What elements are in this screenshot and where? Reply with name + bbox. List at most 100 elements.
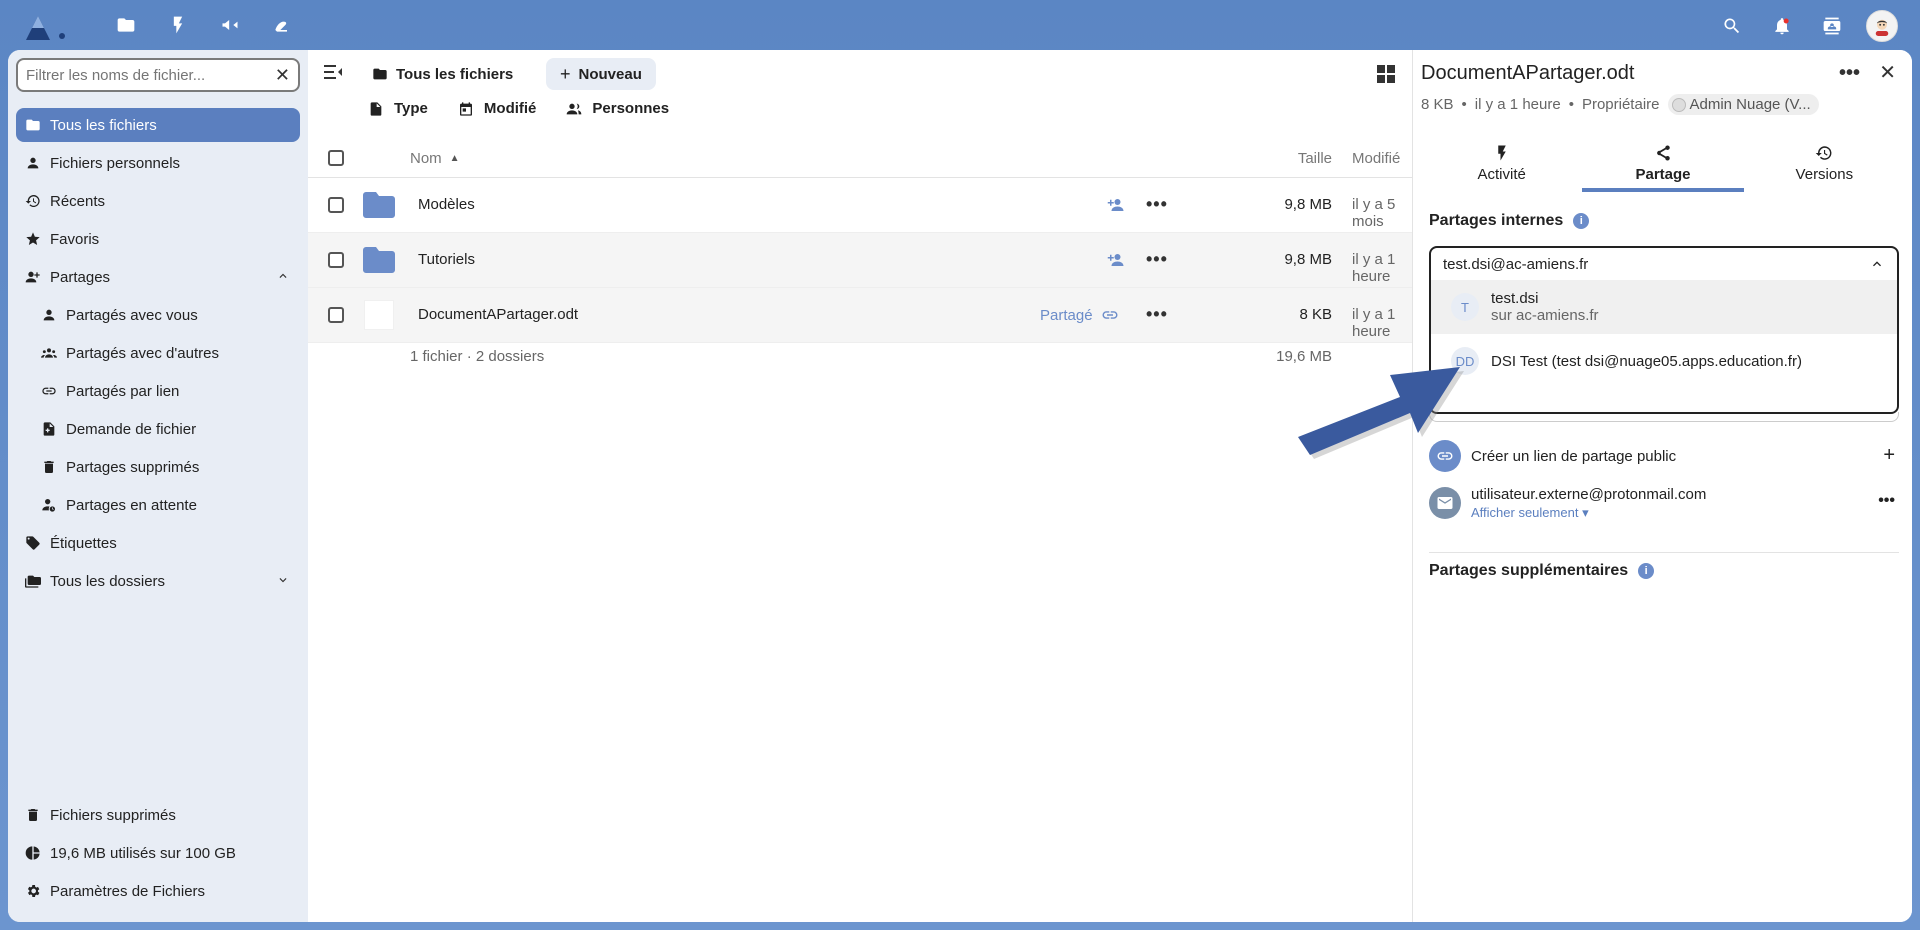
permission-label: Afficher seulement [1471, 504, 1579, 520]
sidebar-item-label: Partagés par lien [66, 382, 180, 400]
sidebar-item-file-request[interactable]: Demande de fichier [16, 412, 300, 446]
filter-people[interactable]: Personnes [566, 100, 669, 117]
sidebar-item-pending-shares[interactable]: Partages en attente [16, 488, 300, 522]
file-request-icon [40, 420, 58, 438]
share-suggestion[interactable]: DD DSI Test (test dsi@nuage05.apps.educa… [1431, 334, 1897, 388]
file-name[interactable]: DocumentAPartager.odt [418, 306, 578, 323]
quota-info[interactable]: 19,6 MB utilisés sur 100 GB [16, 836, 300, 870]
more-actions-icon[interactable]: ••• [1146, 194, 1168, 215]
file-name[interactable]: Tutoriels [418, 251, 475, 268]
sidebar-item-shared-with-you[interactable]: Partagés avec vous [16, 298, 300, 332]
notifications-icon[interactable] [1766, 11, 1798, 41]
tab-versions[interactable]: Versions [1744, 134, 1905, 192]
more-actions-icon[interactable]: ••• [1878, 492, 1895, 510]
column-name[interactable]: Nom ▲ [410, 150, 460, 167]
toggle-navigation-icon[interactable] [324, 64, 342, 80]
trash-icon [24, 806, 42, 824]
select-all-checkbox[interactable] [328, 150, 344, 166]
sidebar-item-trash[interactable]: Fichiers supprimés [16, 798, 300, 832]
row-checkbox[interactable] [328, 197, 344, 213]
info-icon[interactable]: i [1638, 563, 1655, 579]
quota-label: 19,6 MB utilisés sur 100 GB [50, 844, 236, 862]
filter-modified[interactable]: Modifié [458, 100, 536, 117]
table-row[interactable]: Modèles ••• 9,8 MB il y a 5 mois [308, 178, 1412, 233]
sidebar-item-recent[interactable]: Récents [16, 184, 300, 218]
add-share-icon[interactable] [1106, 196, 1126, 214]
sidebar-item-label: Étiquettes [50, 534, 117, 552]
user-avatar[interactable] [1866, 10, 1898, 42]
nextcloud-logo[interactable] [22, 10, 70, 42]
document-icon [364, 300, 394, 330]
owner-name: Admin Nuage (V... [1689, 96, 1811, 113]
tab-activity[interactable]: Activité [1421, 134, 1582, 192]
sidebar-item-settings[interactable]: Paramètres de Fichiers [16, 874, 300, 908]
sidebar: ✕ Tous les fichiers Fichiers personnels … [8, 50, 308, 922]
details-panel: DocumentAPartager.odt ••• ✕ 8 KB • il y … [1412, 50, 1912, 922]
sidebar-item-shares[interactable]: Partages [16, 260, 300, 294]
sidebar-item-personal-files[interactable]: Fichiers personnels [16, 146, 300, 180]
whiteboard-app-icon[interactable] [264, 12, 300, 38]
plus-icon[interactable]: + [1883, 444, 1895, 467]
public-link-label: Créer un lien de partage public [1471, 447, 1677, 465]
activity-app-icon[interactable] [160, 12, 196, 38]
section-title: Partages supplémentaires [1429, 562, 1629, 579]
share-suggestion[interactable]: T test.dsi sur ac-amiens.fr [1431, 280, 1897, 334]
filter-input[interactable] [26, 66, 275, 84]
new-button-label: Nouveau [578, 65, 642, 83]
sidebar-item-favorites[interactable]: Favoris [16, 222, 300, 256]
file-size: 8 KB [1299, 306, 1332, 323]
grid-view-icon[interactable] [1376, 64, 1396, 84]
meta-owner-label: Propriétaire [1581, 96, 1660, 113]
share-search-combobox[interactable]: test.dsi@ac-amiens.fr T test.dsi sur ac-… [1429, 246, 1899, 414]
new-button[interactable]: + Nouveau [546, 58, 656, 90]
row-checkbox[interactable] [328, 307, 344, 323]
breadcrumb-label: Tous les fichiers [396, 65, 514, 83]
sidebar-item-all-files[interactable]: Tous les fichiers [16, 108, 300, 142]
column-modified[interactable]: Modifié [1352, 150, 1400, 167]
announcements-app-icon[interactable] [212, 12, 248, 38]
column-size[interactable]: Taille [1272, 150, 1332, 167]
suggestion-name: test.dsi [1491, 290, 1539, 307]
breadcrumb[interactable]: Tous les fichiers [360, 58, 525, 90]
filter-field[interactable]: ✕ [16, 58, 300, 92]
sidebar-item-all-folders[interactable]: Tous les dossiers [16, 564, 300, 598]
add-share-icon[interactable] [1106, 251, 1126, 269]
sidebar-item-deleted-shares[interactable]: Partages supprimés [16, 450, 300, 484]
info-icon[interactable]: i [1573, 213, 1590, 229]
sidebar-item-tags[interactable]: Étiquettes [16, 526, 300, 560]
external-share-row[interactable]: utilisateur.externe@protonmail.com Affic… [1429, 480, 1899, 526]
files-app-icon[interactable] [108, 12, 144, 38]
close-icon[interactable]: ✕ [1879, 60, 1896, 85]
more-actions-icon[interactable]: ••• [1146, 249, 1168, 270]
contacts-icon[interactable] [1816, 11, 1848, 41]
file-size: 9,8 MB [1284, 196, 1332, 213]
share-search-input[interactable]: test.dsi@ac-amiens.fr [1431, 248, 1897, 280]
public-link-row[interactable]: Créer un lien de partage public + [1429, 436, 1899, 476]
external-email: utilisateur.externe@protonmail.com [1471, 485, 1707, 503]
history-icon [24, 192, 42, 210]
trash-icon [40, 458, 58, 476]
chevron-up-icon[interactable] [1869, 256, 1885, 272]
sidebar-item-label: Partages en attente [66, 496, 197, 514]
more-options-icon[interactable]: ••• [1839, 62, 1860, 85]
row-checkbox[interactable] [328, 252, 344, 268]
permission-dropdown[interactable]: Afficher seulement ▾ [1471, 505, 1706, 521]
sidebar-item-label: Partagés avec d'autres [66, 344, 219, 362]
filter-type[interactable]: Type [368, 100, 428, 117]
sidebar-item-shared-with-others[interactable]: Partagés avec d'autres [16, 336, 300, 370]
owner-chip[interactable]: Admin Nuage (V... [1667, 94, 1819, 115]
clear-filter-icon[interactable]: ✕ [275, 65, 290, 86]
sidebar-item-label: Fichiers personnels [50, 154, 181, 172]
search-icon[interactable] [1716, 11, 1748, 41]
meta-separator: • [1461, 96, 1467, 113]
tab-sharing[interactable]: Partage [1582, 134, 1744, 192]
sidebar-item-shared-by-link[interactable]: Partagés par lien [16, 374, 300, 408]
chevron-up-icon[interactable] [276, 269, 290, 283]
suggestion-sub: sur ac-amiens.fr [1491, 307, 1599, 324]
shared-status[interactable]: Partagé [1040, 306, 1119, 324]
table-row[interactable]: Tutoriels ••• 9,8 MB il y a 1 heure [308, 233, 1412, 288]
more-actions-icon[interactable]: ••• [1146, 304, 1168, 325]
file-name[interactable]: Modèles [418, 196, 475, 213]
table-row[interactable]: DocumentAPartager.odt Partagé ••• 8 KB i… [308, 288, 1412, 343]
chevron-down-icon[interactable] [276, 573, 290, 587]
